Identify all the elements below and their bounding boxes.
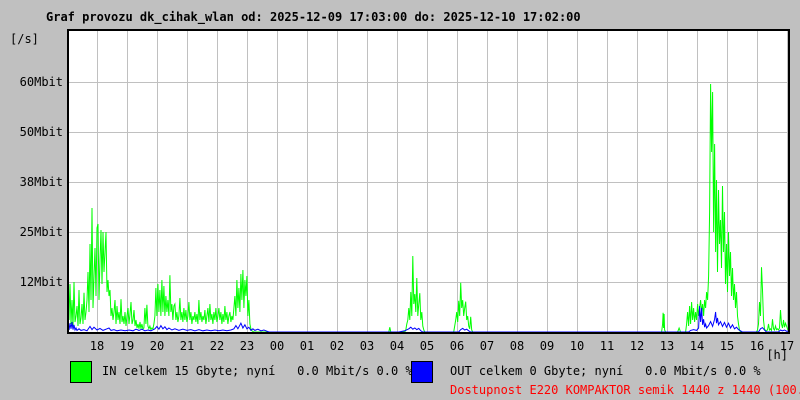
y-axis-tick-mark: [61, 232, 67, 233]
x-axis-tick-label: 20: [149, 339, 165, 353]
x-axis-tick-label: 05: [419, 339, 435, 353]
x-axis-tick-label: 04: [389, 339, 405, 353]
x-axis-tick-label: 06: [449, 339, 465, 353]
out-legend-label: OUT celkem 0 Gbyte; nyní 0.0 Mbit/s 0.0 …: [450, 364, 761, 378]
x-axis-tick-label: 15: [719, 339, 735, 353]
x-axis-tick-label: 12: [629, 339, 645, 353]
y-axis-tick-mark: [61, 282, 67, 283]
x-axis-tick-label: 19: [119, 339, 135, 353]
x-axis-tick-label: 21: [179, 339, 195, 353]
x-axis-tick-label: 02: [329, 339, 345, 353]
x-axis-unit-label: [h]: [766, 348, 788, 362]
x-axis-tick-label: 14: [689, 339, 705, 353]
series-in-line: [69, 83, 788, 332]
series-out-line: [69, 305, 788, 332]
x-axis-tick-label: 08: [509, 339, 525, 353]
y-axis-tick-label: 50Mbit: [19, 125, 63, 139]
x-axis-tick-label: 01: [299, 339, 315, 353]
x-axis-tick-label: 10: [569, 339, 585, 353]
y-axis-unit-label: [/s]: [10, 32, 39, 46]
y-axis-tick-label: 38Mbit: [19, 175, 63, 189]
y-axis-tick-mark: [61, 182, 67, 183]
y-axis-tick-mark: [61, 132, 67, 133]
x-axis-tick-label: 09: [539, 339, 555, 353]
plot-area: [67, 29, 790, 334]
in-legend-swatch: [70, 361, 92, 383]
x-axis-tick-label: 00: [269, 339, 285, 353]
x-axis-tick-label: 22: [209, 339, 225, 353]
graph-title: Graf provozu dk_cihak_wlan od: 2025-12-0…: [46, 10, 581, 24]
traffic-graph-page: Graf provozu dk_cihak_wlan od: 2025-12-0…: [0, 0, 800, 400]
x-axis-tick-label: 03: [359, 339, 375, 353]
y-axis-tick-label: 25Mbit: [19, 225, 63, 239]
availability-text: Dostupnost E220 KOMPAKTOR semik 1440 z 1…: [450, 383, 800, 397]
y-axis-tick-label: 60Mbit: [19, 75, 63, 89]
x-axis-tick-label: 11: [599, 339, 615, 353]
x-axis-tick-label: 18: [89, 339, 105, 353]
x-axis-tick-label: 23: [239, 339, 255, 353]
x-axis-tick-label: 07: [479, 339, 495, 353]
y-axis-tick-mark: [61, 82, 67, 83]
x-axis-tick-label: 13: [659, 339, 675, 353]
y-axis-tick-label: 12Mbit: [19, 275, 63, 289]
traffic-chart: [69, 31, 788, 332]
in-legend-label: IN celkem 15 Gbyte; nyní 0.0 Mbit/s 0.0 …: [102, 364, 413, 378]
out-legend-swatch: [411, 361, 433, 383]
